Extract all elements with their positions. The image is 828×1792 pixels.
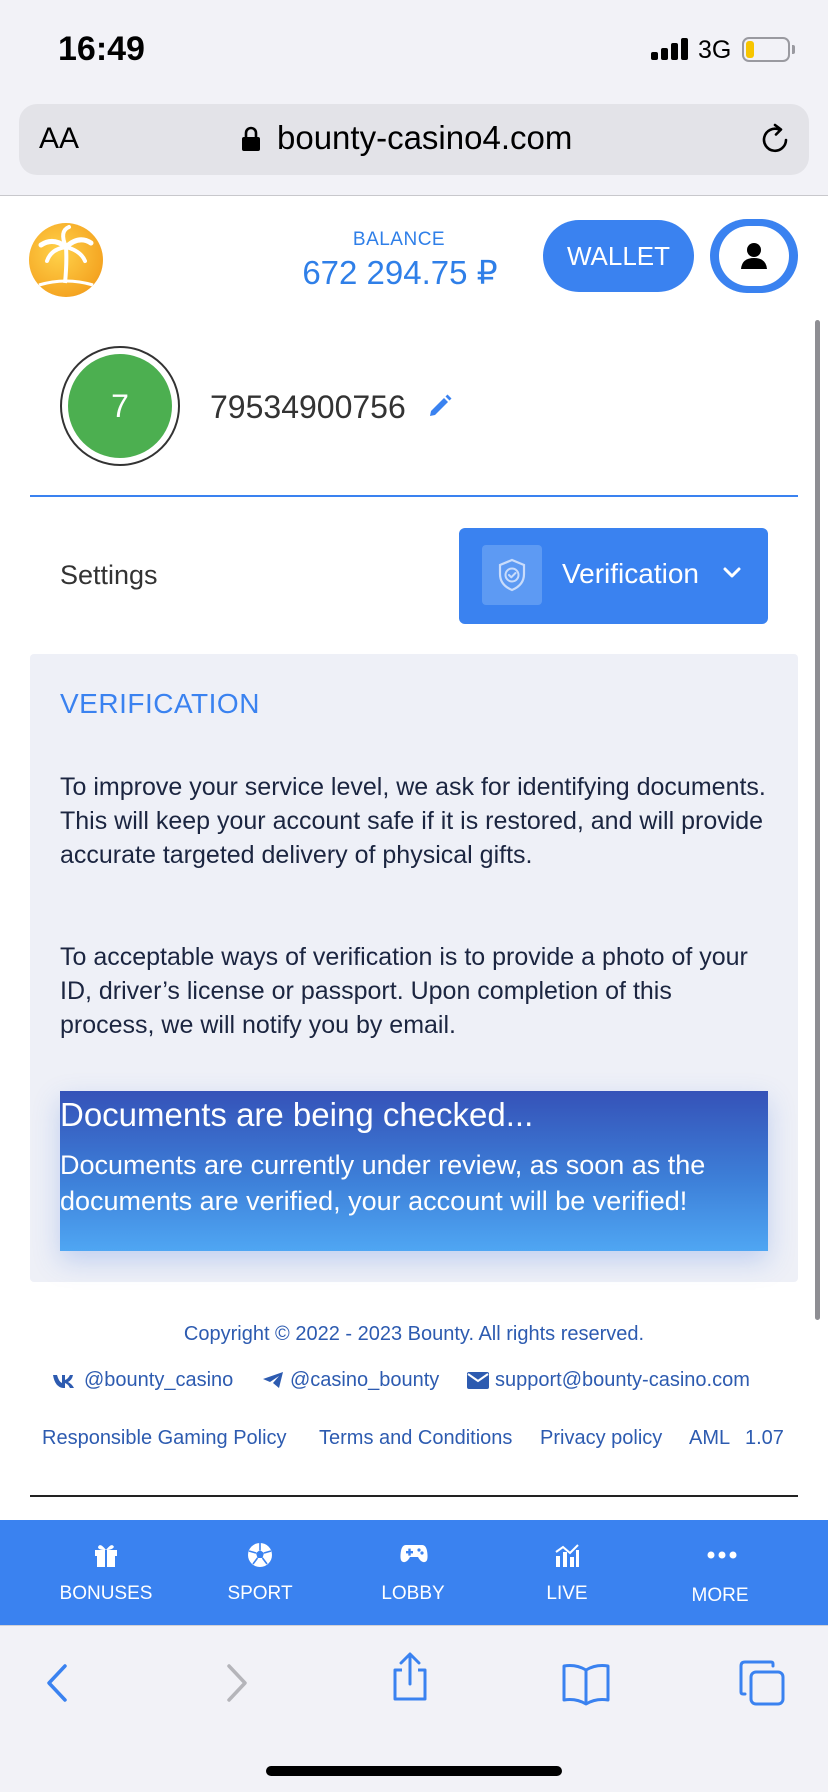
nav-label: SPORT <box>227 1583 293 1604</box>
verification-paragraph-2: To acceptable ways of verification is to… <box>60 943 748 1039</box>
status-title: Documents are being checked... <box>60 1096 534 1133</box>
soccer-ball-icon <box>248 1543 272 1567</box>
nav-label: LOBBY <box>381 1583 445 1604</box>
profile-button[interactable] <box>710 219 798 293</box>
telegram-icon <box>263 1372 283 1388</box>
nav-lobby[interactable]: LOBBY <box>348 1520 478 1625</box>
user-id: 79534900756 <box>210 389 406 425</box>
signal-strength-icon <box>651 38 691 60</box>
responsible-gaming-link[interactable]: Responsible Gaming Policy <box>42 1427 287 1450</box>
nav-more[interactable]: MORE <box>655 1520 785 1625</box>
tabs-icon[interactable] <box>737 1658 787 1708</box>
share-icon[interactable] <box>385 1652 435 1702</box>
shield-icon <box>482 545 542 605</box>
forward-icon[interactable] <box>211 1658 261 1708</box>
text-size-button[interactable]: AA <box>39 122 79 156</box>
documents-status-box: Documents are being checked... Documents… <box>60 1091 768 1251</box>
home-indicator <box>266 1766 562 1776</box>
email-link[interactable]: support@bounty-casino.com <box>467 1369 750 1392</box>
aml-link[interactable]: AML <box>689 1427 730 1450</box>
url-text[interactable]: bounty-casino4.com <box>277 119 572 157</box>
text-size-label: AA <box>39 122 80 155</box>
nav-label: MORE <box>691 1585 749 1606</box>
telegram-link[interactable]: @casino_bounty <box>262 1369 439 1392</box>
page-scrollbar[interactable] <box>815 320 820 1320</box>
gamepad-icon <box>400 1545 428 1563</box>
gift-icon <box>95 1545 117 1567</box>
vk-link[interactable]: @bounty_casino <box>52 1369 233 1392</box>
network-type: 3G <box>698 36 732 64</box>
reload-icon[interactable] <box>759 123 793 157</box>
verification-dropdown[interactable]: Verification <box>459 528 768 624</box>
verification-title: VERIFICATION <box>60 688 260 719</box>
privacy-link[interactable]: Privacy policy <box>540 1427 662 1450</box>
status-bar: 16:49 3G <box>0 0 828 100</box>
balance-value: 672 294.75 ₽ <box>302 254 498 291</box>
edit-pencil-icon[interactable] <box>427 393 453 419</box>
wallet-button[interactable]: WALLET <box>543 220 694 292</box>
nav-live[interactable]: LIVE <box>502 1520 632 1625</box>
balance-label: BALANCE <box>352 229 446 250</box>
battery-tip <box>792 45 795 54</box>
back-icon[interactable] <box>35 1658 85 1708</box>
more-dots-icon <box>707 1551 737 1559</box>
address-bar[interactable]: AA bounty-casino4.com <box>19 104 809 175</box>
version-label: 1.07 <box>745 1427 784 1449</box>
footer-divider <box>30 1495 798 1497</box>
bounty-logo[interactable] <box>29 223 103 297</box>
battery-icon <box>742 37 790 62</box>
status-time: 16:49 <box>58 30 145 68</box>
status-text: Documents are currently under review, as… <box>60 1150 706 1216</box>
verification-paragraph-1: To improve your service level, we ask fo… <box>60 773 766 869</box>
bookmarks-icon[interactable] <box>561 1658 611 1708</box>
dropdown-label: Verification <box>562 558 699 589</box>
bottom-nav: BONUSES SPORT LOBBY LIVE MORE <box>0 1520 828 1625</box>
terms-link[interactable]: Terms and Conditions <box>319 1427 512 1450</box>
user-icon <box>741 243 767 269</box>
tab-settings[interactable]: Settings <box>60 560 158 591</box>
vk-icon <box>53 1375 74 1388</box>
lock-icon <box>242 126 260 151</box>
profile-divider <box>30 495 798 497</box>
nav-label: BONUSES <box>59 1583 153 1604</box>
avatar[interactable]: 7 <box>68 354 172 458</box>
chevron-down-icon <box>723 567 741 578</box>
mail-icon <box>467 1372 489 1389</box>
nav-sport[interactable]: SPORT <box>195 1520 325 1625</box>
nav-label: LIVE <box>546 1583 588 1604</box>
copyright-text: Copyright © 2022 - 2023 Bounty. All righ… <box>183 1323 645 1345</box>
nav-bonuses[interactable]: BONUSES <box>41 1520 171 1625</box>
live-chart-icon <box>555 1544 579 1567</box>
